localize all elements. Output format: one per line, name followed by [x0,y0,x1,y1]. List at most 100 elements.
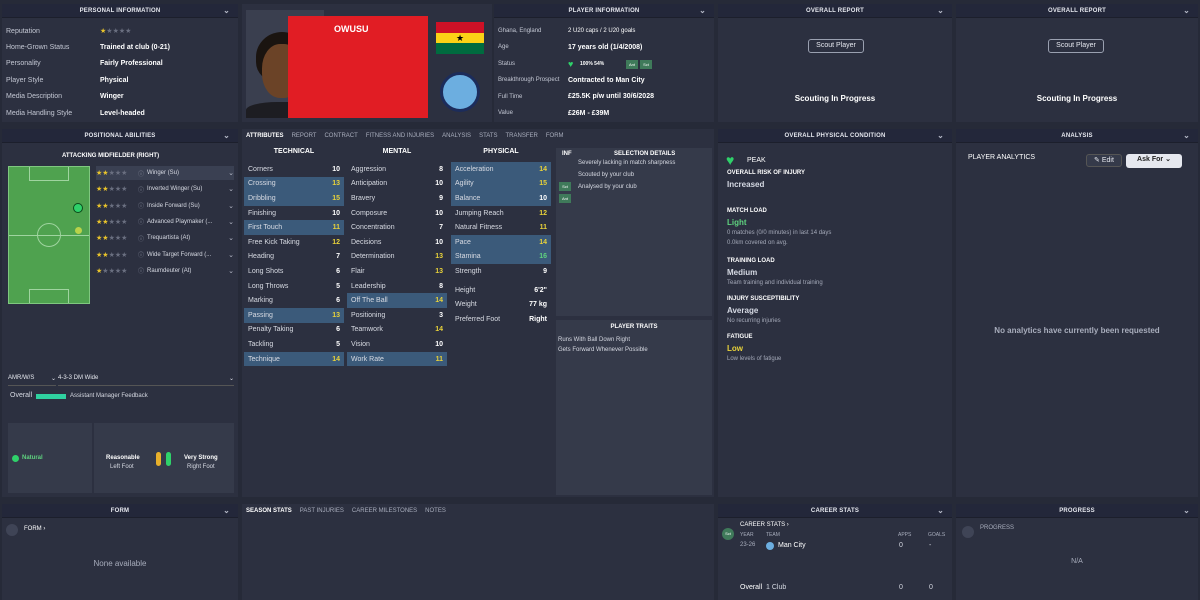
attribute-row[interactable]: Work Rate 11 [347,351,447,367]
role-row[interactable]: ★★★★★ ⓘ Inverted Winger (Su) ⌄ [96,182,234,196]
weight-label: Weight [455,301,477,309]
tab-fitness-and-injuries[interactable]: FITNESS AND INJURIES [366,133,434,139]
info-icon[interactable]: ⓘ [138,185,144,194]
selection-text: Severely lacking in match sharpness [578,160,676,166]
physical-column: PHYSICAL Acceleration 14 Agility 15 Balance 1… [451,148,551,327]
chevron-down-icon[interactable]: ⌄ [937,129,944,143]
chevron-down-icon[interactable]: ⌄ [1183,129,1190,143]
attribute-row[interactable]: Agility 15 [451,176,551,192]
attribute-row[interactable]: Off The Ball 14 [347,293,447,308]
career-sublink[interactable]: CAREER STATS › [740,522,789,528]
attribute-row[interactable]: Composure 10 [347,206,447,221]
role-row[interactable]: ★★★★★ ⓘ Winger (Su) ⌄ [96,166,234,180]
tab-form[interactable]: FORM [546,133,564,139]
chevron-down-icon[interactable]: ⌄ [937,4,944,18]
attribute-row[interactable]: Jumping Reach 12 [451,206,551,221]
info-icon[interactable]: ⓘ [138,217,144,226]
attribute-row[interactable]: Passing 13 [244,307,344,323]
tab-transfer[interactable]: TRANSFER [506,133,538,139]
chevron-down-icon[interactable]: ⌄ [228,234,234,242]
attribute-row[interactable]: First Touch 11 [244,220,344,235]
attribute-row[interactable]: Crossing 13 [244,176,344,192]
feedback-link[interactable]: Assistant Manager Feedback [70,393,148,399]
role-row[interactable]: ★★★★★ ⓘ Trequartista (At) ⌄ [96,231,234,245]
chevron-down-icon[interactable]: ⌄ [937,504,944,518]
attribute-row[interactable]: Flair 13 [347,264,447,279]
chevron-down-icon[interactable]: ⌄ [228,185,234,193]
attribute-row[interactable]: Natural Fitness 11 [451,220,551,235]
formation-select-value: 4-3-3 DM Wide [58,375,99,381]
tab-season-stats[interactable]: SEASON STATS [246,508,292,514]
chevron-down-icon[interactable]: ⌄ [228,169,234,177]
attribute-row[interactable]: Positioning 3 [347,308,447,323]
info-icon[interactable]: ⓘ [138,250,144,259]
tab-career-milestones[interactable]: CAREER MILESTONES [352,508,417,514]
scout-player-button[interactable]: Scout Player [808,39,864,53]
attribute-row[interactable]: Aggression 8 [347,162,447,177]
attribute-row[interactable]: Concentration 7 [347,220,447,235]
tab-notes[interactable]: NOTES [425,508,446,514]
row-team[interactable]: Man City [778,542,806,549]
position-select[interactable]: AMR/W/S ⌄ [8,375,56,386]
attribute-row[interactable]: Vision 10 [347,337,447,352]
tab-analysis[interactable]: ANALYSIS [442,133,471,139]
chevron-down-icon[interactable]: ⌄ [228,218,234,226]
attribute-row[interactable]: Teamwork 14 [347,323,447,338]
edit-button[interactable]: ✎ Edit [1086,154,1122,167]
chevron-down-icon[interactable]: ⌄ [223,504,230,518]
attribute-row[interactable]: Dribbling 15 [244,191,344,206]
form-icon [6,524,18,536]
attribute-row[interactable]: Long Shots 6 [244,264,344,279]
attribute-row[interactable]: Acceleration 14 [451,162,551,177]
chevron-down-icon[interactable]: ⌄ [223,129,230,143]
info-icon[interactable]: ⓘ [138,201,144,210]
chevron-down-icon[interactable]: ⌄ [228,267,234,275]
scout-player-button[interactable]: Scout Player [1048,39,1104,53]
attribute-value: 8 [439,282,443,290]
attribute-row[interactable]: Stamina 16 [451,249,551,265]
chevron-down-icon[interactable]: ⌄ [223,4,230,18]
tab-attributes[interactable]: ATTRIBUTES [246,133,284,139]
tab-stats[interactable]: STATS [479,133,497,139]
attribute-row[interactable]: Balance 10 [451,191,551,206]
attribute-row[interactable]: Bravery 9 [347,191,447,206]
chevron-down-icon[interactable]: ⌄ [1183,4,1190,18]
attribute-name: Penalty Taking [248,326,294,334]
attribute-row[interactable]: Marking 6 [244,293,344,308]
tab-report[interactable]: REPORT [292,133,317,139]
attribute-row[interactable]: Leadership 8 [347,279,447,294]
traits-header: PLAYER TRAITS [610,324,658,330]
chevron-down-icon[interactable]: ⌄ [699,4,706,18]
attribute-row[interactable]: Decisions 10 [347,235,447,250]
attribute-row[interactable]: Pace 14 [451,234,551,250]
role-row[interactable]: ★★★★★ ⓘ Advanced Playmaker (... ⌄ [96,215,234,229]
role-row[interactable]: ★★★★★ ⓘ Raumdeuter (At) ⌄ [96,264,234,278]
ask-for-button[interactable]: Ask For ⌄ [1126,154,1182,168]
role-stars: ★★★★★ [96,202,138,210]
progress-icon [962,526,974,538]
role-row[interactable]: ★★★★★ ⓘ Inside Forward (Su) ⌄ [96,199,234,213]
attribute-row[interactable]: Technique 14 [244,351,344,367]
attribute-row[interactable]: Anticipation 10 [347,177,447,192]
chevron-down-icon[interactable]: ⌄ [228,251,234,259]
attribute-row[interactable]: Finishing 10 [244,206,344,221]
chevron-down-icon[interactable]: ⌄ [1183,504,1190,518]
attribute-row[interactable]: Tackling 5 [244,337,344,352]
info-icon[interactable]: ⓘ [138,234,144,243]
attribute-row[interactable]: Long Throws 5 [244,279,344,294]
attribute-value: 10 [332,165,340,173]
attribute-row[interactable]: Penalty Taking 6 [244,323,344,338]
role-row[interactable]: ★★★★★ ⓘ Wide Target Forward (... ⌄ [96,248,234,262]
form-sublink[interactable]: FORM › [24,526,45,532]
attribute-row[interactable]: Free Kick Taking 12 [244,235,344,250]
formation-select[interactable]: 4-3-3 DM Wide ⌄ [58,375,234,386]
attribute-row[interactable]: Heading 7 [244,250,344,265]
info-icon[interactable]: ⓘ [138,266,144,275]
tab-past-injuries[interactable]: PAST INJURIES [300,508,344,514]
attribute-row[interactable]: Determination 13 [347,250,447,265]
tab-contract[interactable]: CONTRACT [324,133,357,139]
attribute-row[interactable]: Corners 10 [244,162,344,177]
attribute-row[interactable]: Strength 9 [451,264,551,279]
info-icon[interactable]: ⓘ [138,169,144,178]
chevron-down-icon[interactable]: ⌄ [228,202,234,210]
